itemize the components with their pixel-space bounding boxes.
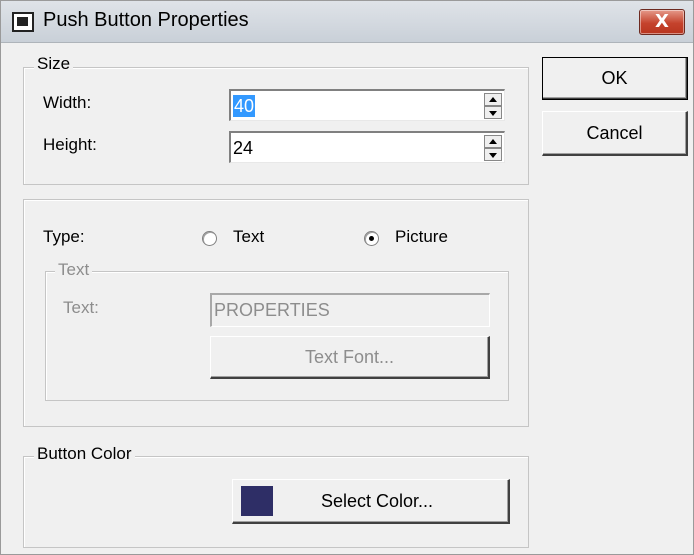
picture-radio-label[interactable]: Picture	[395, 227, 448, 247]
text-field[interactable]: PROPERTIES	[210, 293, 490, 327]
text-font-button[interactable]: Text Font...	[210, 336, 490, 379]
type-label: Type:	[43, 227, 85, 246]
size-group	[23, 67, 529, 185]
title-bar: Push Button Properties X	[1, 1, 693, 43]
width-up-arrow-icon[interactable]	[484, 93, 502, 106]
height-up-arrow-icon[interactable]	[484, 135, 502, 148]
text-field-label: Text:	[63, 298, 99, 317]
height-down-arrow-icon[interactable]	[484, 148, 502, 161]
text-subgroup-label: Text	[55, 260, 93, 280]
button-color-group-label: Button Color	[34, 444, 135, 464]
height-label: Height:	[43, 135, 97, 154]
text-radio-label[interactable]: Text	[233, 227, 264, 247]
cancel-button[interactable]: Cancel	[542, 111, 688, 156]
size-group-label: Size	[34, 54, 74, 74]
height-input[interactable]: 24	[233, 137, 253, 159]
select-color-label: Select Color...	[321, 491, 434, 511]
width-label: Width:	[43, 93, 92, 112]
window-title: Push Button Properties	[43, 9, 249, 31]
push-button-properties-dialog: Push Button Properties X Size Width: 40 …	[0, 0, 694, 555]
width-spin-buttons[interactable]	[484, 93, 502, 119]
width-down-arrow-icon[interactable]	[484, 106, 502, 119]
close-button[interactable]: X	[639, 9, 685, 35]
color-swatch	[241, 486, 273, 516]
width-spinner[interactable]: 40	[229, 89, 505, 121]
height-spinner[interactable]: 24	[229, 131, 505, 163]
select-color-button[interactable]: Select Color...	[232, 479, 510, 524]
height-spin-buttons[interactable]	[484, 135, 502, 161]
window-icon	[12, 12, 34, 32]
width-input[interactable]: 40	[233, 95, 256, 117]
text-radio[interactable]	[202, 231, 217, 246]
ok-button[interactable]: OK	[542, 57, 688, 100]
picture-radio[interactable]	[364, 231, 379, 246]
